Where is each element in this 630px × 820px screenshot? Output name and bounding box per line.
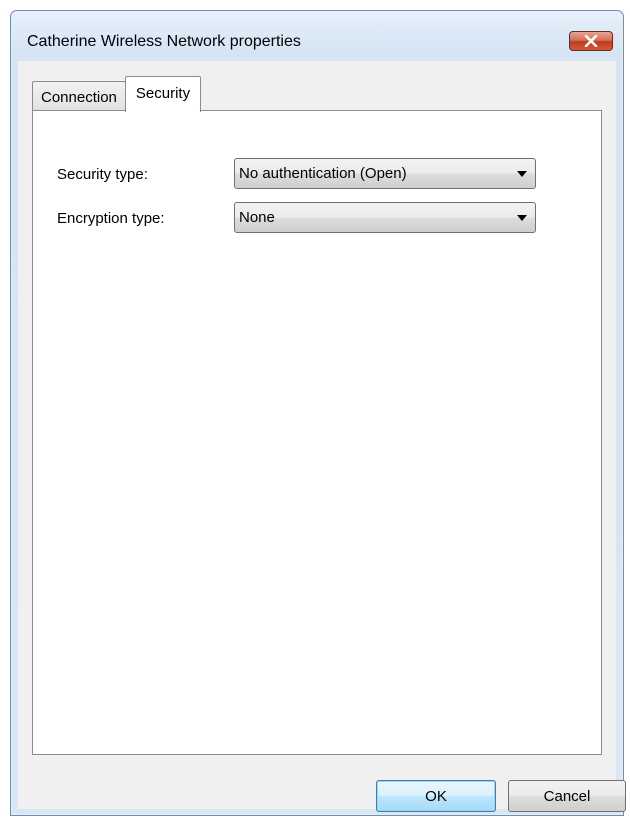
encryption-type-value: None <box>239 209 275 226</box>
title-bar[interactable]: Catherine Wireless Network properties <box>11 11 623 61</box>
properties-dialog: Catherine Wireless Network properties Co… <box>10 10 626 816</box>
chevron-down-icon <box>517 215 527 221</box>
cancel-button[interactable]: Cancel <box>508 780 626 812</box>
window-title: Catherine Wireless Network properties <box>27 33 301 50</box>
encryption-type-label: Encryption type: <box>57 210 165 227</box>
security-type-value: No authentication (Open) <box>239 165 407 182</box>
close-icon <box>584 35 598 47</box>
tab-connection-label: Connection <box>41 89 117 106</box>
tab-security-label: Security <box>135 85 191 102</box>
tab-security[interactable]: Security <box>124 76 202 112</box>
close-button[interactable] <box>569 31 613 51</box>
tab-connection[interactable]: Connection <box>32 81 126 111</box>
security-type-label: Security type: <box>57 166 148 183</box>
encryption-type-dropdown[interactable]: None <box>234 202 536 233</box>
tab-strip: Connection Security <box>32 75 202 112</box>
security-tab-panel: Security type: No authentication (Open) … <box>32 110 602 755</box>
security-type-dropdown[interactable]: No authentication (Open) <box>234 158 536 189</box>
chevron-down-icon <box>517 171 527 177</box>
ok-button[interactable]: OK <box>376 780 496 812</box>
dialog-client-area: Connection Security Security type: No au… <box>18 61 626 812</box>
